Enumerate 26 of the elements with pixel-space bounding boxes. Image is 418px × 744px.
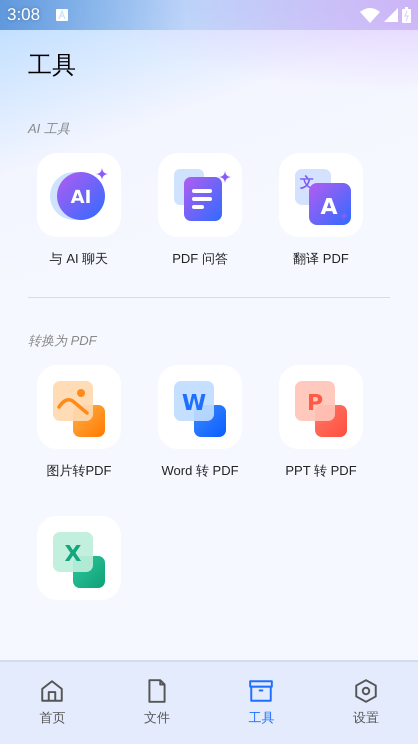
status-time: 3:08 bbox=[7, 4, 40, 26]
battery-icon bbox=[402, 7, 411, 23]
nav-tab[interactable]: 文件 bbox=[104, 678, 209, 728]
tool-tile[interactable]: W bbox=[158, 364, 242, 448]
page-title: 工具 bbox=[27, 51, 77, 81]
tool-label: PDF 问答 bbox=[171, 250, 229, 268]
tool-label: 与 AI 聊天 bbox=[48, 250, 110, 268]
tool-tile[interactable] bbox=[158, 153, 242, 237]
settings-icon bbox=[352, 678, 379, 704]
archive-box-icon bbox=[248, 678, 274, 704]
home-icon bbox=[39, 678, 66, 704]
section-heading: 转换为 PDF bbox=[27, 332, 98, 350]
nav-tab[interactable]: 首页 bbox=[0, 678, 104, 728]
tool-label: Word 转 PDF bbox=[160, 462, 240, 480]
tool-label: PPT 转 PDF bbox=[284, 462, 358, 480]
tool-label: 图片转PDF bbox=[46, 462, 112, 480]
notification-icon bbox=[56, 9, 68, 21]
signal-icon bbox=[384, 8, 398, 22]
tool-tile[interactable] bbox=[37, 364, 121, 448]
tool-tile[interactable]: X bbox=[37, 516, 121, 600]
tool-tile[interactable]: AI bbox=[37, 153, 121, 237]
wifi-icon bbox=[360, 8, 380, 22]
nav-tab[interactable]: 工具 bbox=[209, 678, 314, 728]
tool-label: 翻译 PDF bbox=[292, 250, 350, 268]
nav-tab[interactable]: 设置 bbox=[314, 678, 418, 728]
section-heading: AI 工具 bbox=[26, 120, 71, 138]
